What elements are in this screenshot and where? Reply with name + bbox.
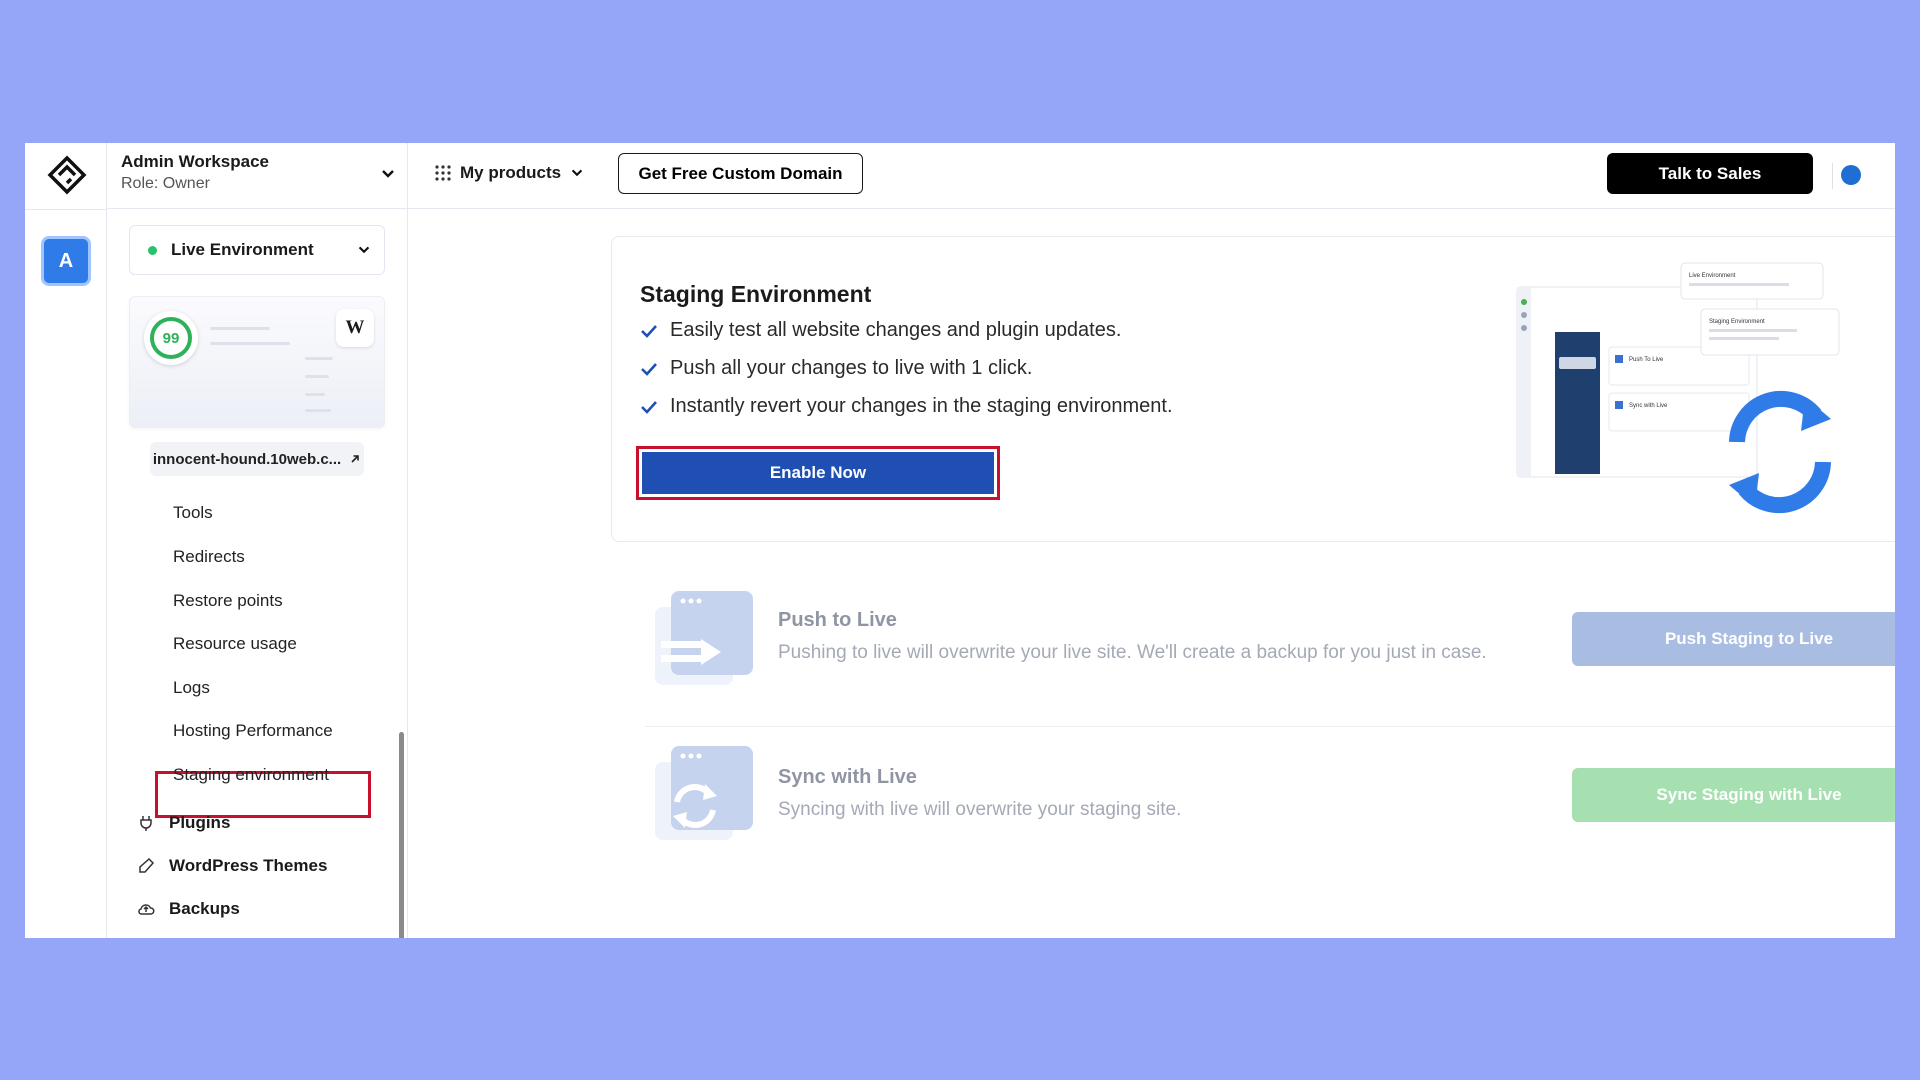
sync-with-live-icon — [655, 746, 753, 840]
user-avatar[interactable] — [1841, 165, 1861, 185]
checkmark-icon — [641, 362, 657, 376]
top-bar: Admin Workspace Role: Owner My products … — [107, 143, 1895, 209]
wordpress-icon: W — [336, 309, 374, 347]
sidebar: Live Environment 99 W innocent-hound.10w… — [107, 209, 408, 938]
sidebar-item-staging-environment[interactable]: Staging environment — [173, 765, 329, 785]
main-content: Staging Environment Easily test all webs… — [408, 209, 1895, 938]
push-to-live-description: Pushing to live will overwrite your live… — [778, 642, 1487, 663]
push-to-live-title: Push to Live — [778, 609, 897, 631]
sidebar-item-logs[interactable]: Logs — [173, 678, 210, 698]
site-url-link[interactable]: innocent-hound.10web.c... — [150, 442, 364, 476]
preview-line — [305, 357, 333, 360]
feature-item: Instantly revert your changes in the sta… — [640, 395, 1173, 418]
environment-select[interactable]: Live Environment — [129, 225, 385, 275]
workspace-switcher[interactable]: Admin Workspace Role: Owner — [107, 143, 408, 209]
plug-icon — [140, 816, 152, 831]
backups-label: Backups — [169, 899, 240, 918]
sidebar-item-restore-points[interactable]: Restore points — [173, 591, 283, 611]
chevron-down-icon — [571, 169, 583, 177]
sidebar-item-resource-usage[interactable]: Resource usage — [173, 634, 297, 654]
external-link-icon — [351, 455, 359, 463]
staging-environment-card: Staging Environment Easily test all webs… — [611, 236, 1895, 542]
workspace-role: Role: Owner — [121, 175, 210, 192]
feature-text: Instantly revert your changes in the sta… — [670, 395, 1173, 417]
live-status-dot — [148, 245, 157, 255]
checkmark-icon — [641, 400, 657, 414]
my-products-label: My products — [460, 163, 562, 182]
workspace-rail: A — [25, 143, 107, 938]
grid-icon — [435, 165, 451, 181]
checkmark-icon — [641, 324, 657, 338]
talk-to-sales-button[interactable]: Talk to Sales — [1607, 153, 1813, 194]
preview-line — [305, 375, 329, 378]
sidebar-item-wordpress-themes[interactable]: WordPress Themes — [137, 856, 327, 876]
sidebar-item-backups[interactable]: Backups — [137, 899, 240, 919]
sidebar-item-redirects[interactable]: Redirects — [173, 547, 245, 567]
preview-line — [210, 327, 270, 330]
feature-item: Easily test all website changes and plug… — [640, 319, 1121, 342]
plugins-label: Plugins — [169, 813, 231, 832]
push-to-live-row: Push to Live Pushing to live will overwr… — [645, 589, 1895, 709]
illustration-sync-label: Sync with Live — [1629, 403, 1668, 409]
pagespeed-score: 99 — [144, 311, 198, 365]
preview-line — [305, 393, 325, 396]
brush-icon — [139, 857, 155, 873]
feature-item: Push all your changes to live with 1 cli… — [640, 357, 1032, 380]
10web-logo-icon[interactable] — [47, 155, 87, 195]
sidebar-scrollbar[interactable] — [399, 732, 404, 938]
sidebar-item-hosting-performance[interactable]: Hosting Performance — [173, 721, 333, 741]
sync-with-live-title: Sync with Live — [778, 766, 917, 788]
push-to-live-icon — [655, 591, 753, 685]
feature-text: Push all your changes to live with 1 cli… — [670, 357, 1033, 379]
sync-with-live-description: Syncing with live will overwrite your st… — [778, 799, 1182, 820]
cloud-backup-icon — [138, 904, 155, 915]
topbar-divider — [1832, 163, 1833, 189]
my-products-menu[interactable]: My products — [434, 163, 585, 183]
chevron-down-icon — [358, 246, 370, 254]
enable-now-highlight: Enable Now — [636, 446, 1000, 500]
wordpress-themes-label: WordPress Themes — [169, 856, 328, 875]
sidebar-item-tools[interactable]: Tools — [173, 503, 213, 523]
feature-text: Easily test all website changes and plug… — [670, 319, 1122, 341]
push-staging-to-live-button[interactable]: Push Staging to Live — [1572, 612, 1895, 666]
preview-line — [305, 409, 331, 412]
workspace-avatar[interactable]: A — [41, 236, 91, 286]
illustration-staging-label: Staging Environment — [1709, 319, 1765, 325]
illustration-live-label: Live Environment — [1689, 273, 1736, 279]
app-window: A Admin Workspace Role: Owner My product… — [25, 143, 1895, 938]
sidebar-item-plugins[interactable]: Plugins — [137, 813, 230, 833]
illustration-push-label: Push To Live — [1629, 357, 1664, 363]
workspace-name: Admin Workspace — [121, 152, 270, 171]
chevron-down-icon — [382, 170, 394, 178]
preview-line — [210, 342, 290, 345]
site-preview-thumbnail[interactable]: 99 W — [129, 296, 385, 428]
get-free-domain-button[interactable]: Get Free Custom Domain — [618, 153, 863, 194]
row-divider — [645, 726, 1895, 727]
site-url: innocent-hound.10web.c... — [152, 450, 342, 468]
enable-now-button[interactable]: Enable Now — [642, 452, 994, 494]
environment-label: Live Environment — [171, 240, 314, 259]
sync-with-live-row: Sync with Live Syncing with live will ov… — [645, 744, 1895, 864]
staging-illustration: Push To Live Sync with Live Live Environ… — [1516, 262, 1840, 514]
staging-title: Staging Environment — [640, 281, 872, 307]
rail-divider — [25, 209, 107, 210]
score-value: 99 — [150, 317, 192, 359]
sync-staging-with-live-button[interactable]: Sync Staging with Live — [1572, 768, 1895, 822]
